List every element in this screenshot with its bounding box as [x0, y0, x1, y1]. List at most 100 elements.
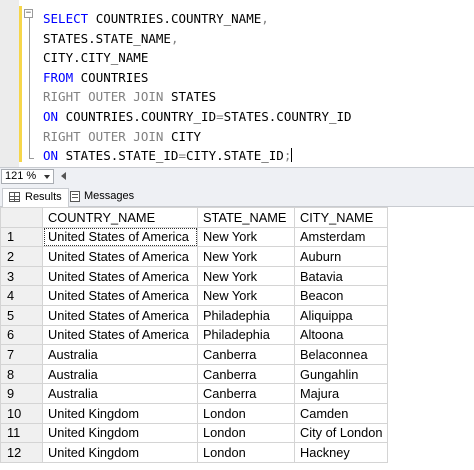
- grid-cell[interactable]: City of London: [294, 422, 388, 444]
- grid-cell[interactable]: Batavia: [294, 265, 388, 287]
- grid-cell[interactable]: Australia: [42, 344, 198, 365]
- zoom-value: 121 %: [5, 170, 37, 182]
- sql-code[interactable]: SELECT COUNTRIES.COUNTRY_NAME, STATES.STA…: [43, 9, 352, 166]
- grid-cell[interactable]: London: [197, 442, 295, 463]
- row-number[interactable]: 8: [0, 363, 43, 385]
- row-number[interactable]: 6: [0, 324, 43, 346]
- sql-identifier: STATES.STATE_ID: [65, 148, 179, 164]
- grid-cell[interactable]: United States of America: [42, 324, 198, 346]
- table-row[interactable]: 2 United States of America New York Auburn: [0, 246, 388, 267]
- zoom-select[interactable]: 121 %: [1, 169, 54, 184]
- grid-cell[interactable]: Altoona: [294, 324, 388, 346]
- code-line[interactable]: ON STATES.STATE_ID=CITY.STATE_ID;: [43, 146, 352, 166]
- sql-operator: ,: [170, 30, 179, 46]
- grid-cell[interactable]: United States of America: [42, 265, 198, 287]
- grid-cell[interactable]: Beacon: [294, 285, 388, 306]
- row-number[interactable]: 1: [0, 226, 43, 248]
- grid-cell[interactable]: Belaconnea: [294, 344, 388, 365]
- tab-messages-label: Messages: [84, 190, 135, 202]
- table-row[interactable]: 11 United Kingdom London City of London: [0, 422, 388, 444]
- sql-identifier: STATES.STATE_NAME: [43, 30, 171, 46]
- results-grid[interactable]: COUNTRY_NAME STATE_NAME CITY_NAME 1 Unite…: [0, 207, 474, 470]
- sql-operator: ;: [283, 148, 292, 164]
- text-cursor: [291, 148, 293, 163]
- grid-cell[interactable]: United States of America: [42, 226, 198, 248]
- sql-keyword: ON: [43, 148, 66, 164]
- sql-operator: RIGHT OUTER JOIN: [43, 128, 171, 144]
- row-number[interactable]: 4: [0, 285, 43, 306]
- column-header-state-name[interactable]: STATE_NAME: [197, 207, 295, 228]
- grid-cell[interactable]: Gungahlin: [294, 363, 388, 385]
- grid-cell[interactable]: New York: [197, 246, 295, 267]
- sql-identifier: CITY.STATE_ID: [186, 148, 284, 164]
- grid-corner[interactable]: [0, 207, 43, 228]
- table-row[interactable]: 3 United States of America New York Batavia: [0, 265, 388, 287]
- sql-operator: ,: [261, 11, 269, 26]
- grid-cell[interactable]: Auburn: [294, 246, 388, 267]
- table-row[interactable]: 5 United States of America Philadephia Aliq…: [0, 304, 388, 326]
- grid-cell[interactable]: Australia: [42, 383, 198, 404]
- code-line[interactable]: RIGHT OUTER JOIN CITY: [43, 127, 352, 147]
- sql-identifier: COUNTRIES: [80, 69, 149, 85]
- grid-cell[interactable]: Canberra: [197, 363, 295, 385]
- grid-cell[interactable]: United States of America: [42, 285, 198, 306]
- grid-cell[interactable]: United States of America: [42, 304, 198, 326]
- grid-cell[interactable]: New York: [197, 226, 295, 248]
- table-row[interactable]: 10 United Kingdom London Camden: [0, 402, 388, 424]
- table-row[interactable]: 6 United States of America Philadephia Alto…: [0, 324, 388, 346]
- code-line[interactable]: RIGHT OUTER JOIN STATES: [43, 87, 352, 107]
- grid-cell[interactable]: Amsterdam: [294, 226, 388, 248]
- grid-cell[interactable]: London: [197, 402, 295, 424]
- row-number[interactable]: 11: [0, 422, 43, 444]
- grid-cell[interactable]: Canberra: [197, 383, 295, 404]
- collapse-icon[interactable]: −: [24, 9, 33, 18]
- outline-end: [29, 158, 34, 159]
- grid-cell[interactable]: Philadephia: [197, 304, 295, 326]
- sql-editor[interactable]: − SELECT COUNTRIES.COUNTRY_NAME, STATES.S…: [0, 0, 474, 167]
- grid-cell[interactable]: New York: [197, 265, 295, 287]
- code-line[interactable]: STATES.STATE_NAME,: [43, 29, 352, 49]
- grid-cell[interactable]: Majura: [294, 383, 388, 404]
- tab-messages[interactable]: Messages: [70, 188, 142, 207]
- column-header-city-name[interactable]: CITY_NAME: [294, 207, 388, 228]
- table-row[interactable]: 9 Australia Canberra Majura: [0, 383, 388, 404]
- grid-cell[interactable]: United Kingdom: [42, 402, 198, 424]
- sql-operator: RIGHT OUTER JOIN: [43, 89, 171, 105]
- row-number[interactable]: 5: [0, 304, 43, 326]
- code-line[interactable]: ON COUNTRIES.COUNTRY_ID=STATES.COUNTRY_I…: [43, 107, 352, 127]
- grid-cell[interactable]: United Kingdom: [42, 422, 198, 444]
- grid-cell[interactable]: Camden: [294, 402, 388, 424]
- table-row[interactable]: 4 United States of America New York Beacon: [0, 285, 388, 306]
- row-number[interactable]: 7: [0, 344, 43, 365]
- sql-keyword: SELECT: [43, 11, 96, 26]
- sql-identifier: COUNTRIES.COUNTRY_ID: [65, 108, 217, 124]
- grid-cell[interactable]: United Kingdom: [42, 442, 198, 463]
- tab-results[interactable]: Results: [2, 188, 69, 207]
- table-row[interactable]: 7 Australia Canberra Belaconnea: [0, 344, 388, 365]
- grid-cell[interactable]: Philadephia: [197, 324, 295, 346]
- row-number[interactable]: 12: [0, 442, 43, 463]
- grid-cell[interactable]: Australia: [42, 363, 198, 385]
- grid-cell[interactable]: Hackney: [294, 442, 388, 463]
- row-number[interactable]: 10: [0, 402, 43, 424]
- zoom-bar: 121 %: [0, 167, 474, 185]
- table-row[interactable]: 1 United States of America New York Amsterd…: [0, 226, 388, 248]
- grid-cell[interactable]: United States of America: [42, 246, 198, 267]
- grid-icon: [9, 192, 20, 202]
- code-line[interactable]: CITY.CITY_NAME: [43, 48, 352, 68]
- column-header-country-name[interactable]: COUNTRY_NAME: [42, 207, 198, 228]
- grid-cell[interactable]: London: [197, 422, 295, 444]
- code-line[interactable]: SELECT COUNTRIES.COUNTRY_NAME,: [43, 9, 352, 29]
- messages-icon: [70, 191, 80, 202]
- row-number[interactable]: 2: [0, 246, 43, 267]
- code-line[interactable]: FROM COUNTRIES: [43, 68, 352, 88]
- sql-identifier: STATES: [170, 89, 217, 105]
- table-row[interactable]: 8 Australia Canberra Gungahlin: [0, 363, 388, 385]
- grid-cell[interactable]: Canberra: [197, 344, 295, 365]
- table-row[interactable]: 12 United Kingdom London Hackney: [0, 442, 388, 463]
- row-number[interactable]: 3: [0, 265, 43, 287]
- grid-cell[interactable]: Aliquippa: [294, 304, 388, 326]
- grid-cell[interactable]: New York: [197, 285, 295, 306]
- scroll-left-icon[interactable]: [61, 172, 66, 180]
- row-number[interactable]: 9: [0, 383, 43, 404]
